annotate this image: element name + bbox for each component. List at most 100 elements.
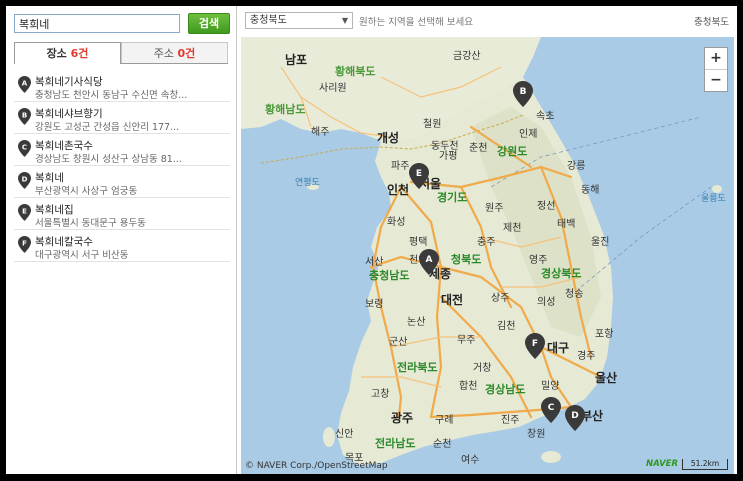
- map-label: 평택: [409, 237, 428, 248]
- marker-d-icon: D: [18, 172, 31, 189]
- map-label: 경상북도: [541, 267, 582, 280]
- map-label: 울진: [591, 237, 610, 248]
- map-label: 거창: [473, 363, 492, 374]
- map-label: 고창: [371, 389, 390, 400]
- search-input[interactable]: [14, 14, 180, 33]
- svg-text:B: B: [22, 112, 27, 120]
- map-label: 황해북도: [335, 65, 376, 78]
- map-copyright: © NAVER Corp./OpenStreetMap: [245, 461, 388, 471]
- map-label: 경상남도: [485, 383, 526, 396]
- tab-addresses-count: 0건: [177, 47, 196, 60]
- current-region: 충청북도: [694, 17, 729, 28]
- svg-text:D: D: [22, 176, 28, 184]
- naver-logo: NAVER: [645, 459, 678, 469]
- zoom-control: + −: [704, 47, 728, 92]
- app-frame: 검색 장소 6건 주소 0건 A 복희네기사식당 충청남도 천안시 동남구 수신…: [6, 6, 737, 474]
- map-pin-e[interactable]: E: [409, 163, 429, 189]
- result-address: 서울특별시 동대문구 용두동: [35, 218, 146, 229]
- marker-e-icon: E: [18, 204, 31, 221]
- map-label: 파주: [391, 161, 410, 172]
- list-item[interactable]: E 복희네집 서울특별시 동대문구 용두동: [14, 198, 230, 230]
- map-label: 서산: [365, 257, 384, 268]
- marker-c-icon: C: [18, 140, 31, 157]
- map-label: 보령: [365, 299, 384, 310]
- map-pin-b[interactable]: B: [513, 81, 533, 107]
- map-label: 김천: [497, 321, 516, 332]
- map-label: 군산: [389, 337, 408, 348]
- map-label: 구례: [435, 415, 454, 426]
- list-item[interactable]: C 복희네촌국수 경상남도 창원시 성산구 상남동 81...: [14, 134, 230, 166]
- map-label: 동해: [581, 185, 600, 196]
- caret-down-icon: ▼: [341, 16, 348, 25]
- svg-text:C: C: [548, 403, 555, 413]
- map-label: 남포: [285, 53, 308, 67]
- map-label: 동두천: [431, 141, 459, 152]
- result-address: 경상남도 창원시 성산구 상남동 81...: [35, 154, 182, 165]
- tab-addresses-label: 주소: [153, 47, 174, 60]
- result-address: 대구광역시 서구 비산동: [35, 250, 129, 261]
- map-label: 의성: [537, 297, 556, 308]
- map-label: 울산: [595, 371, 618, 385]
- map-label: 광주: [391, 411, 414, 425]
- result-tabs: 장소 6건 주소 0건: [14, 42, 228, 64]
- svg-text:D: D: [571, 411, 578, 421]
- list-item[interactable]: F 복희네칼국수 대구광역시 서구 비산동: [14, 230, 230, 262]
- map-pin-d[interactable]: D: [565, 405, 585, 431]
- map-label: 개성: [377, 131, 400, 145]
- map-label: 인천: [387, 183, 410, 197]
- map-label: 철원: [423, 119, 442, 130]
- island-sinan: [323, 427, 335, 447]
- zoom-out-button[interactable]: −: [705, 70, 727, 91]
- list-item[interactable]: D 복희네 부산광역시 사상구 엄궁동: [14, 166, 230, 198]
- list-item[interactable]: B 복희네샤브향기 강원도 고성군 간성읍 신안리 177...: [14, 102, 230, 134]
- result-address: 부산광역시 사상구 엄궁동: [35, 186, 138, 197]
- map-label: 밀양: [541, 381, 560, 392]
- map-label: 합천: [459, 381, 478, 392]
- map-label: 청송: [565, 289, 584, 300]
- map-label: 사리원: [319, 83, 347, 94]
- tab-addresses[interactable]: 주소 0건: [121, 42, 228, 64]
- result-address: 충청남도 천안시 동남구 수신면 속창...: [35, 90, 188, 101]
- map-label: 신안: [335, 429, 354, 440]
- map-pin-c[interactable]: C: [541, 397, 561, 423]
- marker-f-icon: F: [18, 236, 31, 253]
- map-label: 전라북도: [397, 361, 438, 374]
- map-label: 강원도: [497, 145, 528, 158]
- map-label: 영주: [529, 255, 548, 266]
- svg-text:E: E: [22, 208, 27, 216]
- map-label: 경기도: [437, 191, 468, 204]
- search-button[interactable]: 검색: [188, 13, 230, 34]
- map-label: 태백: [557, 219, 576, 230]
- tab-places[interactable]: 장소 6건: [14, 42, 121, 64]
- region-hint: 원하는 지역을 선택해 보세요: [359, 17, 473, 28]
- region-select-value: 충청북도: [250, 15, 287, 26]
- map-label: 경주: [577, 351, 596, 362]
- map-pin-a[interactable]: A: [419, 249, 439, 275]
- map-label: 충청남도: [369, 269, 410, 282]
- search-panel: 검색 장소 6건 주소 0건 A 복희네기사식당 충청남도 천안시 동남구 수신…: [6, 6, 237, 474]
- list-item[interactable]: A 복희네기사식당 충청남도 천안시 동남구 수신면 속창...: [14, 70, 230, 102]
- map-canvas: [241, 37, 734, 474]
- svg-text:A: A: [22, 80, 28, 88]
- map-label: 울릉도: [701, 194, 726, 204]
- map-label: 포항: [595, 329, 614, 340]
- map-label: 속초: [536, 111, 555, 122]
- map-pin-f[interactable]: F: [525, 333, 545, 359]
- map-label: 화성: [387, 217, 406, 228]
- map-view[interactable]: 남포 황해북도 사리원 금강산 황해남도 해주 개성 철원 인제 속초 춘천 가…: [241, 37, 734, 474]
- region-select[interactable]: 충청북도 ▼: [245, 12, 353, 29]
- scale-bar: 51.2km: [682, 459, 728, 470]
- tab-divider: [121, 63, 228, 64]
- tab-places-label: 장소: [46, 47, 67, 60]
- svg-text:F: F: [532, 339, 538, 349]
- svg-text:B: B: [520, 87, 527, 97]
- map-label: 청북도: [451, 253, 482, 266]
- map-label: 춘천: [469, 143, 488, 154]
- map-label: 논산: [407, 317, 426, 328]
- map-label: 인제: [519, 129, 538, 140]
- zoom-in-button[interactable]: +: [705, 48, 727, 70]
- map-label: 충주: [477, 237, 496, 248]
- map-label: 전라남도: [375, 437, 416, 450]
- marker-b-icon: B: [18, 108, 31, 125]
- map-label: 진주: [501, 415, 520, 426]
